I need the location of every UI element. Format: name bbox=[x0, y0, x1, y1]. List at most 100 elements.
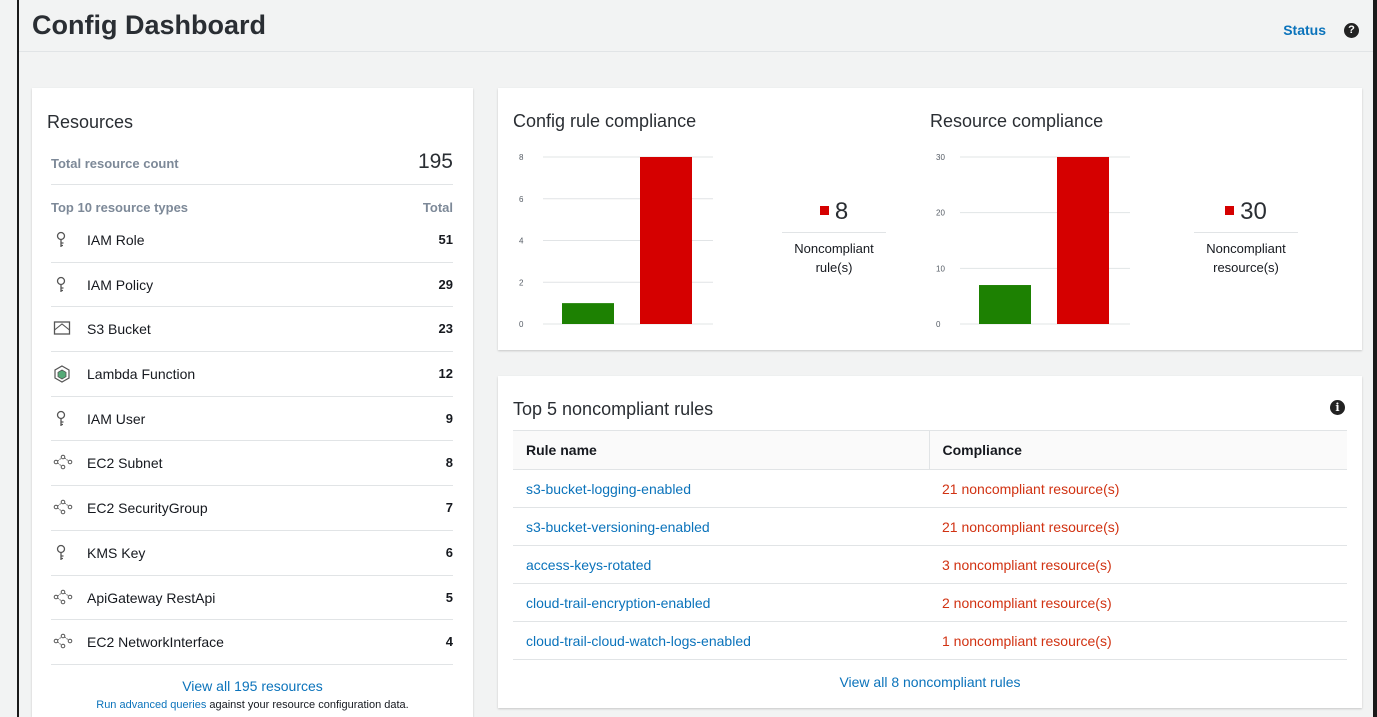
lambda-icon bbox=[53, 365, 70, 383]
rule-compliance-chart: 0 2 4 6 8 bbox=[519, 153, 713, 329]
table-row: cloud-trail-cloud-watch-logs-enabled 1 no… bbox=[513, 621, 1347, 660]
rule-stat-value: 8 bbox=[834, 198, 849, 225]
rule-compliance-link[interactable]: 21 noncompliant resource(s) bbox=[929, 469, 1347, 508]
view-all-noncompliant-rules-link[interactable]: View all 8 noncompliant rules bbox=[498, 674, 1362, 690]
y-tick-label: 30 bbox=[936, 153, 945, 162]
rule-name-link[interactable]: s3-bucket-versioning-enabled bbox=[513, 507, 929, 546]
resource-type-row[interactable]: KMS Key 6 bbox=[51, 531, 453, 576]
total-resource-label: Total resource count bbox=[51, 156, 179, 171]
noncompliant-rules-table: Rule name Compliance s3-bucket-logging-e… bbox=[513, 430, 1347, 660]
rule-compliance-link[interactable]: 21 noncompliant resource(s) bbox=[929, 507, 1347, 546]
network-icon bbox=[53, 454, 73, 472]
noncompliant-rules-title: Top 5 noncompliant rules bbox=[513, 399, 714, 419]
table-header-row: Rule name Compliance bbox=[513, 430, 1347, 470]
page-title: Config Dashboard bbox=[32, 10, 266, 40]
window-edge bbox=[1373, 0, 1377, 717]
advanced-queries-text: against your resource configuration data… bbox=[206, 699, 409, 711]
resource-type-name: EC2 NetworkInterface bbox=[87, 634, 224, 651]
key-icon bbox=[53, 276, 69, 294]
rule-name-link[interactable]: cloud-trail-encryption-enabled bbox=[513, 583, 929, 622]
resource-type-count: 7 bbox=[445, 500, 453, 516]
rule-stat: 8 Noncompliant rule(s) bbox=[774, 198, 894, 277]
bucket-icon bbox=[53, 320, 71, 338]
advanced-queries-line: Run advanced queries against your resour… bbox=[32, 699, 473, 711]
y-tick-label: 2 bbox=[519, 278, 524, 287]
resource-type-name: Lambda Function bbox=[87, 366, 196, 383]
network-icon bbox=[53, 633, 73, 651]
rule-compliance-link[interactable]: 3 noncompliant resource(s) bbox=[929, 545, 1347, 584]
resource-type-count: 6 bbox=[445, 544, 453, 560]
rule-compliance-link[interactable]: 1 noncompliant resource(s) bbox=[929, 621, 1347, 660]
resource-type-row[interactable]: Lambda Function 12 bbox=[51, 352, 453, 397]
resource-type-name: ApiGateway RestApi bbox=[87, 589, 216, 606]
resource-types-header: Top 10 resource types Total bbox=[51, 200, 453, 215]
noncompliant-bar bbox=[640, 157, 692, 324]
y-tick-label: 20 bbox=[936, 209, 945, 218]
info-circle-icon[interactable]: i bbox=[1330, 400, 1345, 415]
resource-type-row[interactable]: S3 Bucket 23 bbox=[51, 307, 453, 353]
resource-stat-label-1: Noncompliant bbox=[1206, 241, 1286, 256]
noncompliant-rules-card: Top 5 noncompliant rules i Rule name Com… bbox=[498, 376, 1362, 708]
key-icon bbox=[53, 231, 69, 249]
rule-name-link[interactable]: s3-bucket-logging-enabled bbox=[513, 469, 929, 508]
resource-stat-value: 30 bbox=[1240, 198, 1267, 225]
y-tick-label: 4 bbox=[519, 237, 524, 246]
resource-type-count: 4 bbox=[445, 634, 453, 650]
y-tick-label: 0 bbox=[519, 320, 524, 329]
resource-type-name: S3 Bucket bbox=[87, 321, 151, 338]
rule-name-link[interactable]: access-keys-rotated bbox=[513, 545, 929, 584]
compliance-column-header[interactable]: Compliance bbox=[928, 430, 1347, 470]
resource-compliance-title: Resource compliance bbox=[930, 111, 1104, 131]
table-row: access-keys-rotated 3 noncompliant resour… bbox=[513, 545, 1347, 584]
resource-types-label: Top 10 resource types bbox=[51, 200, 189, 215]
resource-type-name: KMS Key bbox=[87, 544, 146, 561]
resource-type-row[interactable]: EC2 NetworkInterface 4 bbox=[51, 620, 453, 665]
resource-type-row[interactable]: IAM User 9 bbox=[51, 397, 453, 442]
rule-stat-label-1: Noncompliant bbox=[794, 241, 874, 256]
resource-type-list: IAM Role 51 IAM Policy 29 S3 Bucket 23 Lambda … bbox=[51, 218, 453, 665]
resource-type-name: EC2 Subnet bbox=[87, 455, 163, 472]
resource-type-name: IAM User bbox=[87, 410, 146, 427]
question-circle-icon[interactable]: ? bbox=[1344, 23, 1359, 38]
y-tick-label: 0 bbox=[936, 320, 941, 329]
rule-compliance-link[interactable]: 2 noncompliant resource(s) bbox=[929, 583, 1347, 622]
noncompliant-bar bbox=[1057, 157, 1109, 324]
view-all-resources-link[interactable]: View all 195 resources bbox=[32, 678, 473, 694]
resource-type-row[interactable]: IAM Role 51 bbox=[51, 218, 453, 263]
resource-type-count: 9 bbox=[445, 410, 453, 426]
total-resource-row: Total resource count 195 bbox=[51, 142, 453, 185]
compliance-card: Config rule compliance 0 2 4 6 8 8 Noncompli… bbox=[498, 88, 1362, 350]
resource-type-name: EC2 SecurityGroup bbox=[87, 500, 208, 517]
total-resource-value: 195 bbox=[417, 150, 453, 173]
stat-divider bbox=[782, 232, 886, 233]
compliant-bar bbox=[979, 285, 1031, 324]
resource-type-count: 51 bbox=[438, 232, 453, 247]
key-icon bbox=[53, 410, 69, 428]
rule-stat-label-2: rule(s) bbox=[815, 260, 853, 275]
resource-type-row[interactable]: ApiGateway RestApi 5 bbox=[51, 576, 453, 621]
stat-divider bbox=[1194, 232, 1298, 233]
resource-type-count: 23 bbox=[438, 321, 453, 337]
compliant-bar bbox=[562, 303, 614, 324]
status-link[interactable]: Status bbox=[1283, 22, 1326, 38]
advanced-queries-link[interactable]: Run advanced queries bbox=[96, 699, 206, 711]
resource-compliance-chart: 0 10 20 30 bbox=[936, 153, 1130, 329]
rule-name-link[interactable]: cloud-trail-cloud-watch-logs-enabled bbox=[513, 621, 929, 660]
resource-type-count: 29 bbox=[438, 276, 453, 292]
resource-type-name: IAM Role bbox=[87, 232, 145, 248]
resource-type-count: 8 bbox=[445, 455, 453, 471]
resource-type-count: 12 bbox=[438, 366, 453, 382]
resource-type-row[interactable]: IAM Policy 29 bbox=[51, 263, 453, 308]
header-bar: Config Dashboard Status ? bbox=[19, 0, 1373, 52]
resource-type-count: 5 bbox=[445, 589, 453, 605]
resource-type-row[interactable]: EC2 SecurityGroup 7 bbox=[51, 486, 453, 531]
noncompliant-legend-swatch bbox=[1225, 206, 1235, 215]
table-row: s3-bucket-versioning-enabled 21 noncompli… bbox=[513, 507, 1347, 546]
noncompliant-legend-swatch bbox=[819, 206, 829, 215]
resource-types-total-label: Total bbox=[422, 200, 453, 215]
resource-type-name: IAM Policy bbox=[87, 276, 154, 293]
rule-compliance-title: Config rule compliance bbox=[513, 111, 697, 131]
table-row: s3-bucket-logging-enabled 21 noncompliant… bbox=[513, 469, 1347, 508]
rule-name-column-header[interactable]: Rule name bbox=[513, 430, 929, 470]
resource-type-row[interactable]: EC2 Subnet 8 bbox=[51, 441, 453, 487]
